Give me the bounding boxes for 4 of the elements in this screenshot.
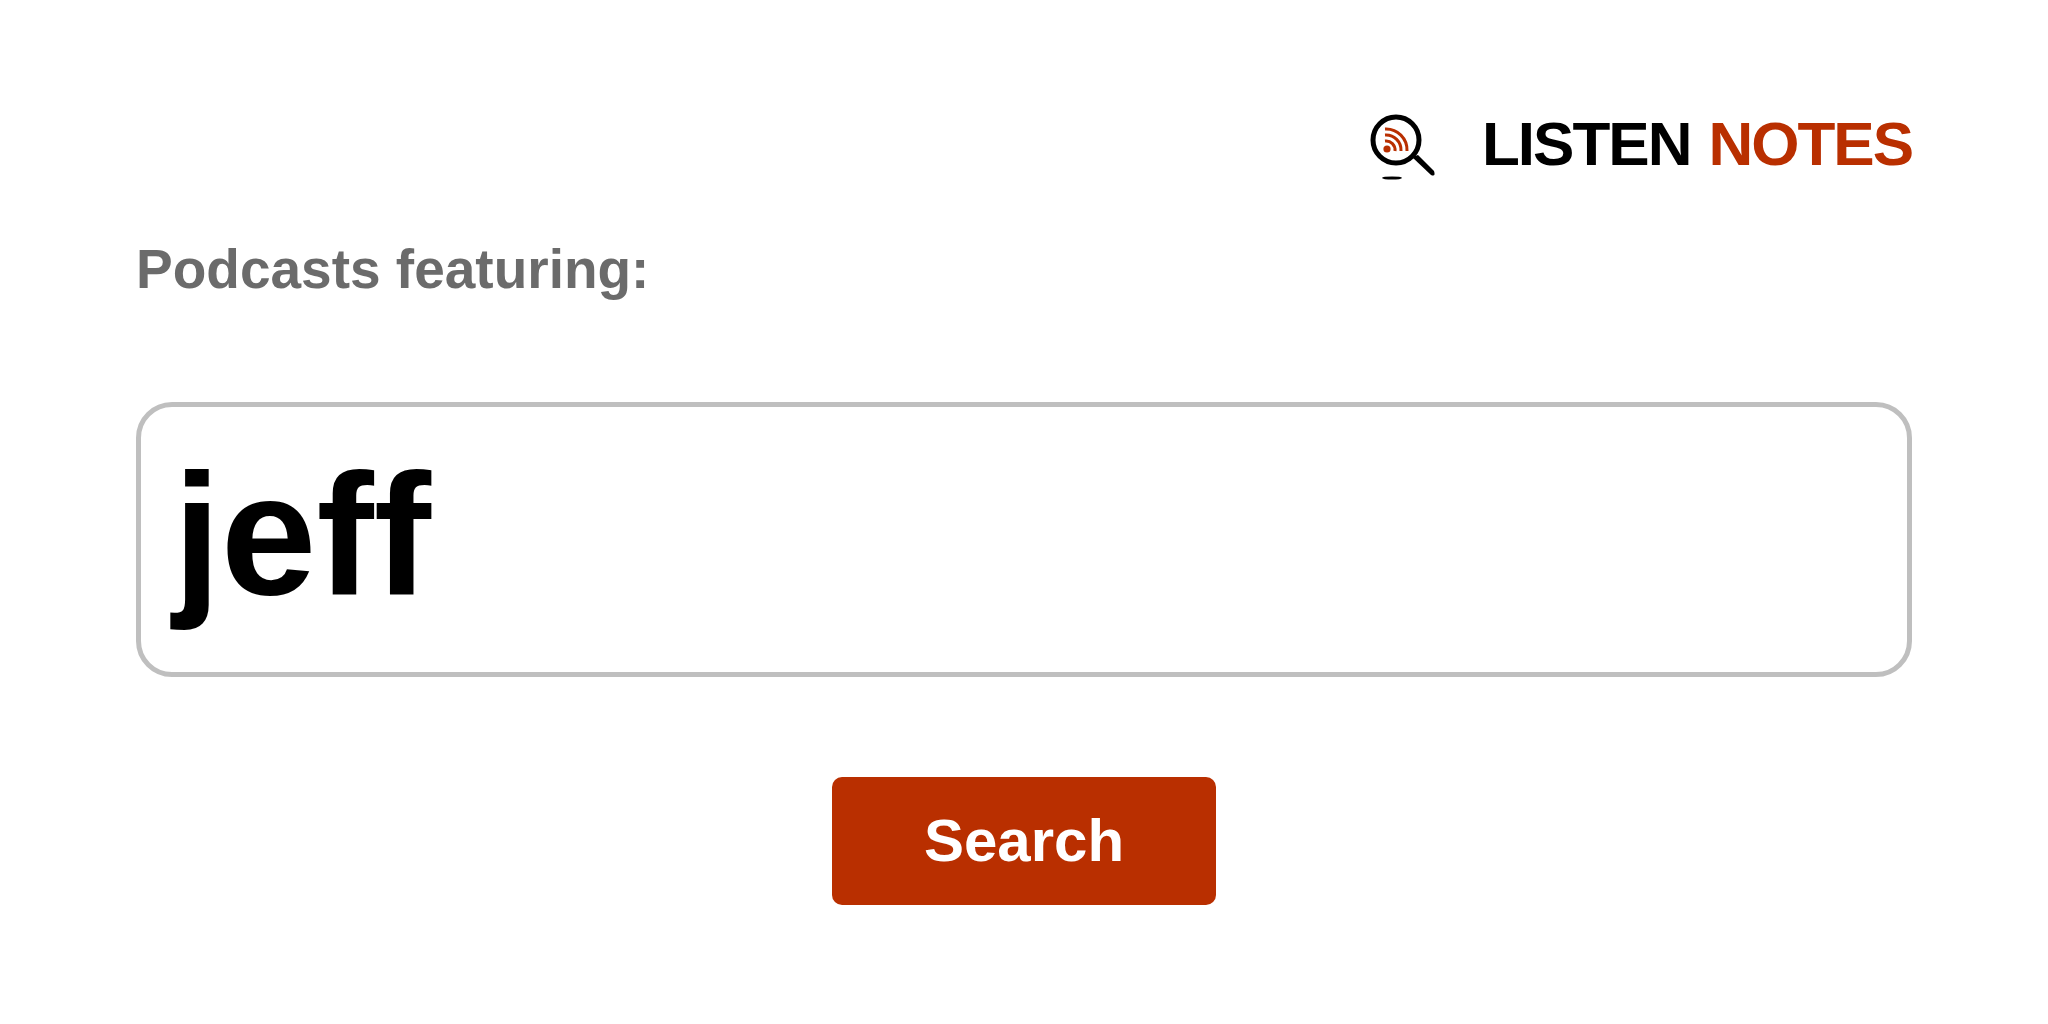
search-field[interactable]: jeff: [136, 402, 1912, 677]
logo-word: LISTEN: [1481, 113, 1691, 175]
logo-word: NOTES: [1708, 113, 1912, 175]
search-button[interactable]: Search: [832, 777, 1216, 905]
